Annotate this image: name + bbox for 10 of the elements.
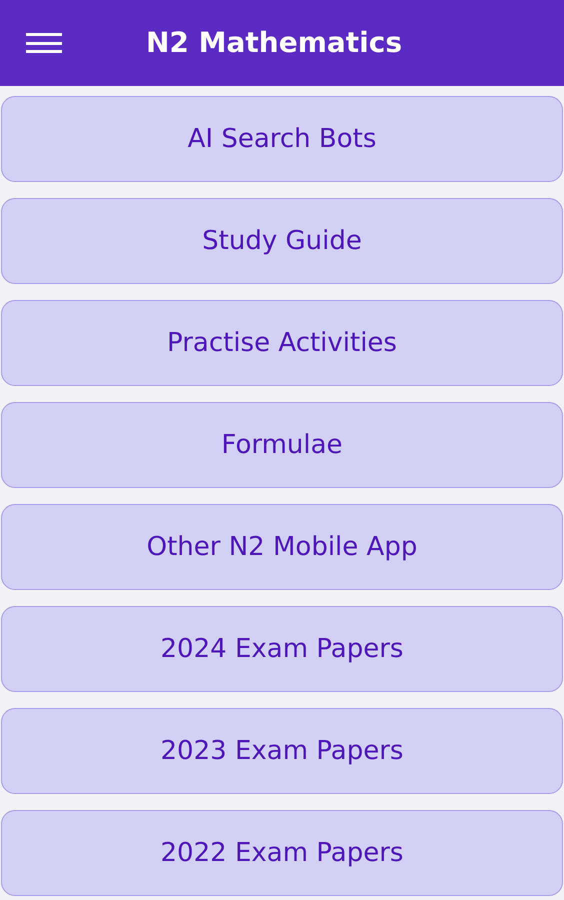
menu-button[interactable]: Practise Activities xyxy=(1,300,563,386)
menu-button[interactable]: 2024 Exam Papers xyxy=(1,606,563,692)
menu-icon[interactable] xyxy=(26,30,62,56)
app-title: N2 Mathematics xyxy=(146,25,402,61)
menu-button[interactable]: 2022 Exam Papers xyxy=(1,810,563,896)
menu-button[interactable]: 2023 Exam Papers xyxy=(1,708,563,794)
menu-button[interactable]: Study Guide xyxy=(1,198,563,284)
menu-button[interactable]: Formulae xyxy=(1,402,563,488)
menu-button[interactable]: AI Search Bots xyxy=(1,96,563,182)
menu-button[interactable]: Other N2 Mobile App xyxy=(1,504,563,590)
